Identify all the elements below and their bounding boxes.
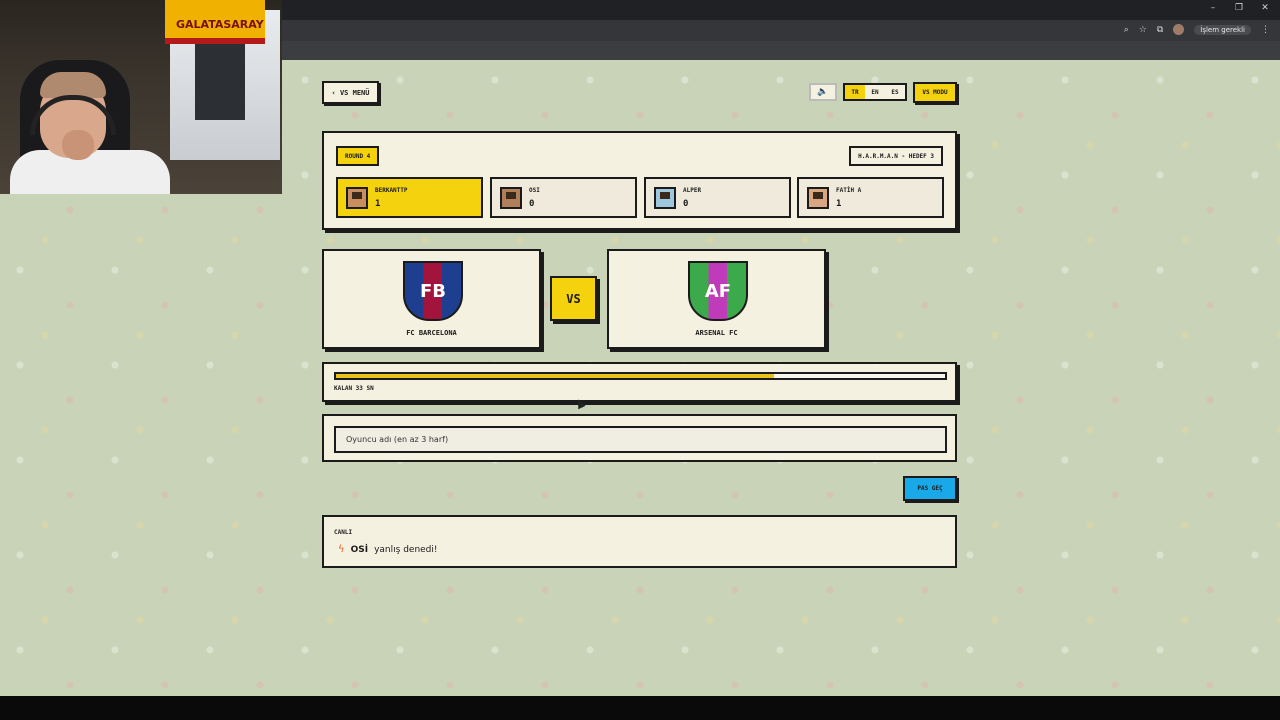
away-team-crest: AF [688,261,748,321]
player-score: 1 [375,199,381,209]
home-team-card: FB FC BARCELONA [322,249,541,349]
scoreboard: ROUND 4 H.A.R.M.A.N - HEDEF 3 BERKANTTP … [322,131,957,230]
webcam-overlay: GALATASARAY [0,0,282,194]
player-card: ALPER 0 [644,177,791,218]
zoom-icon[interactable]: ⌕ [1124,25,1129,35]
away-team-card: AF ARSENAL FC [607,249,826,349]
extensions-icon[interactable]: ⧉ [1157,25,1163,35]
player-name-input[interactable] [334,426,947,453]
minimize-icon[interactable]: – [1208,3,1218,13]
avatar [346,187,368,209]
toolbar-icons: ⌕ ☆ ⧉ İşlem gerekli ⋮ [1124,24,1270,35]
home-team-crest: FB [403,261,463,321]
live-event-text: yanlış denedi! [374,544,438,555]
timer-progress-fill [336,374,775,378]
player-name: ALPER [683,187,702,194]
timer-panel: KALAN 33 SN [322,362,957,402]
cam-flag-text: GALATASARAY [176,18,264,31]
star-icon[interactable]: ☆ [1139,25,1147,35]
profile-status[interactable]: İşlem gerekli [1194,24,1251,35]
lang-en-button[interactable]: EN [865,85,885,99]
guess-panel [322,414,957,462]
avatar [500,187,522,209]
cam-hand [62,130,94,160]
player-card: BERKANTTP 1 [336,177,483,218]
target-badge: H.A.R.M.A.N - HEDEF 3 [849,146,943,166]
live-feed: CANLI ϟ OSİ yanlış denedi! [322,515,957,568]
live-event: ϟ OSİ yanlış denedi! [338,544,438,555]
cam-shirt [10,150,170,194]
vs-mode-button[interactable]: VS MODU [913,82,957,103]
more-icon[interactable]: ⋮ [1261,25,1270,35]
skip-button[interactable]: PAS GEÇ [903,476,957,501]
lang-es-button[interactable]: ES [885,85,905,99]
timer-progress-bar [334,372,947,380]
bolt-icon: ϟ [338,544,345,555]
away-team-name: ARSENAL FC [695,329,738,337]
maximize-icon[interactable]: ❐ [1234,3,1244,13]
vs-badge: VS [550,276,597,321]
avatar [654,187,676,209]
player-card: FATİH A 1 [797,177,944,218]
close-icon[interactable]: ✕ [1260,3,1270,13]
home-team-name: FC BARCELONA [406,329,457,337]
lang-tr-button[interactable]: TR [845,85,865,99]
round-badge: ROUND 4 [336,146,380,166]
live-event-player: OSİ [350,544,369,555]
player-name: BERKANTTP [375,187,408,194]
player-score: 0 [683,199,689,209]
player-score: 0 [529,199,535,209]
window-controls: – ❐ ✕ [1208,3,1270,13]
language-switcher: TR EN ES [843,83,907,101]
taskbar [0,696,1280,720]
live-title: CANLI [334,529,353,536]
avatar [807,187,829,209]
speaker-icon[interactable]: 🔈 [809,83,837,101]
player-card: OSI 0 [490,177,637,218]
profile-avatar[interactable] [1173,24,1185,35]
player-name: FATİH A [836,187,862,194]
player-score: 1 [836,199,842,209]
timer-label: KALAN 33 SN [334,385,374,392]
back-to-vs-menu-button[interactable]: ‹ VS MENÜ [322,81,379,104]
player-name: OSI [529,187,540,194]
